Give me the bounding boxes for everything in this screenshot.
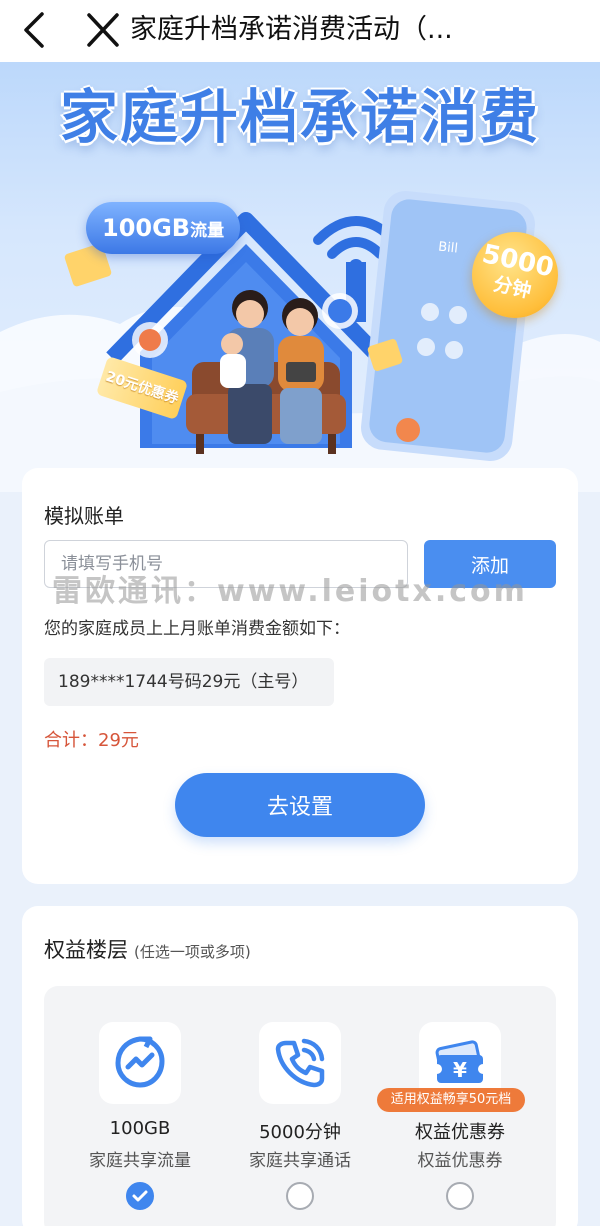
data-bubble: 100GB流量 [86, 202, 241, 254]
data-flow-icon [115, 1036, 165, 1088]
chevron-left-icon [24, 12, 44, 48]
rights-title: 权益楼层 (任选一项或多项) [44, 934, 251, 964]
close-button[interactable] [84, 8, 122, 52]
option-subtitle: 家庭共享流量 [89, 1151, 191, 1171]
option-checkbox[interactable] [446, 1182, 474, 1210]
bill-card: 模拟账单 添加 雷欧通讯：www.leiotx.com 您的家庭成员上上月账单消… [22, 468, 578, 884]
option-icon-box [99, 1022, 181, 1104]
page-title: 家庭升档承诺消费活动（... [130, 14, 453, 45]
close-icon [87, 13, 119, 47]
family-bill-description: 您的家庭成员上上月账单消费金额如下： [44, 619, 350, 639]
phone-caller-name: Bill [437, 240, 458, 257]
bill-title: 模拟账单 [44, 504, 124, 528]
coupon-icon: ¥ [432, 1040, 488, 1083]
member-bill-item: 189****1744号码29元（主号） [44, 658, 334, 706]
option-subtitle: 权益优惠券 [417, 1151, 503, 1171]
option-call-minutes[interactable]: 5000分钟 家庭共享通话 [220, 1022, 380, 1222]
add-button[interactable]: 添加 [424, 540, 556, 588]
back-button[interactable] [18, 8, 54, 52]
option-data-flow[interactable]: 100GB 家庭共享流量 [60, 1022, 220, 1222]
option-name: 权益优惠券 [415, 1122, 505, 1143]
rights-title-text: 权益楼层 [44, 938, 128, 962]
data-bubble-value: 100GB [102, 214, 191, 242]
rights-options-panel: 100GB 家庭共享流量 5000分钟 家庭共享通话 ¥ 适用权益畅享50元档 … [44, 986, 556, 1226]
option-name: 100GB [109, 1118, 171, 1139]
bill-total: 合计：29元 [44, 730, 139, 751]
option-coupon[interactable]: ¥ 适用权益畅享50元档 权益优惠券 权益优惠券 [377, 1022, 540, 1222]
option-subtitle: 家庭共享通话 [249, 1151, 351, 1171]
data-bubble-unit: 流量 [190, 221, 225, 241]
svg-text:¥: ¥ [453, 1058, 467, 1082]
option-checkbox[interactable] [126, 1182, 154, 1210]
rights-hint: (任选一项或多项) [134, 943, 251, 961]
option-tag: 适用权益畅享50元档 [377, 1088, 525, 1112]
hero-banner: Bill 家庭升档承诺消费 100GB流量 5000 分钟 20元优惠券 [0, 62, 600, 492]
phone-call-icon [275, 1038, 325, 1088]
option-icon-box [259, 1022, 341, 1104]
hero-title: 家庭升档承诺消费 [59, 83, 540, 151]
option-name: 5000分钟 [259, 1122, 341, 1143]
option-checkbox[interactable] [286, 1182, 314, 1210]
checkmark-icon [132, 1190, 148, 1202]
phone-number-input[interactable] [44, 540, 408, 588]
rights-card: 权益楼层 (任选一项或多项) 100GB 家庭共享流量 5000分钟 家庭共享通… [22, 906, 578, 1226]
phone-illustration: Bill [361, 190, 535, 462]
go-settings-button[interactable]: 去设置 [175, 773, 425, 837]
top-navigation-bar: 家庭升档承诺消费活动（... [0, 0, 600, 62]
